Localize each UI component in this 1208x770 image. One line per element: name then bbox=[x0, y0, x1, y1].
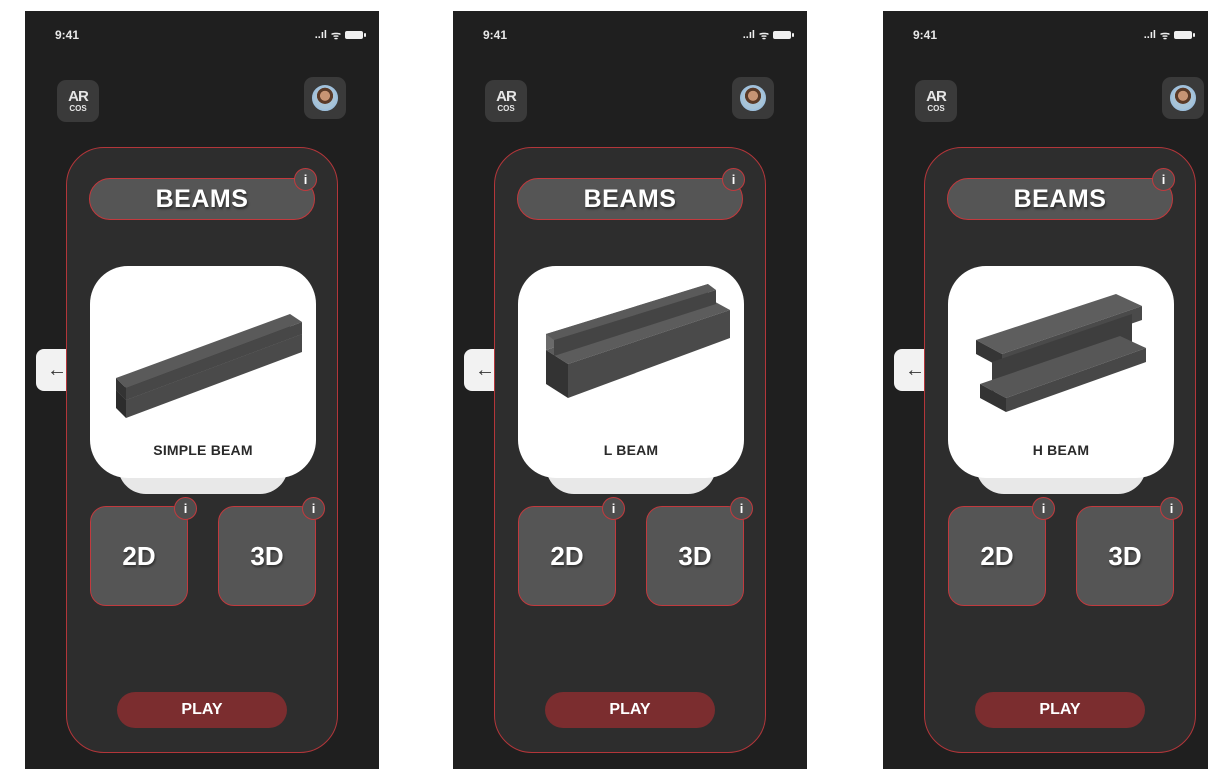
category-title: BEAMS bbox=[155, 184, 249, 213]
info-icon: i bbox=[311, 501, 316, 516]
app-logo-button[interactable]: AR COS bbox=[57, 80, 99, 122]
battery-icon bbox=[773, 31, 794, 39]
mode-2d-label: 2D bbox=[550, 540, 584, 571]
info-icon: i bbox=[303, 172, 308, 187]
phone-screen-h-beam: 9:41 ..ıl ᯤ AR COS ← BEAMS i H BEAM 2D i… bbox=[883, 11, 1208, 769]
category-title-pill: BEAMS i bbox=[947, 168, 1175, 220]
beam-label: SIMPLE BEAM bbox=[153, 442, 253, 458]
mode-2d-label: 2D bbox=[122, 540, 156, 571]
signal-icon: ..ıl bbox=[742, 29, 755, 41]
wifi-icon: ᯤ bbox=[758, 29, 769, 42]
title-info-button[interactable]: i bbox=[722, 168, 745, 191]
wifi-icon: ᯤ bbox=[1159, 29, 1170, 42]
title-info-button[interactable]: i bbox=[294, 168, 317, 191]
h-beam-icon bbox=[976, 294, 1146, 412]
content-panel: BEAMS i bbox=[494, 147, 766, 753]
beam-card-stack: L BEAM bbox=[518, 266, 744, 494]
status-bar: 9:41 ..ıl ᯤ bbox=[913, 27, 1195, 43]
arrow-left-icon: ← bbox=[905, 358, 925, 381]
app-logo-button[interactable]: AR COS bbox=[485, 80, 527, 122]
info-icon: i bbox=[731, 172, 736, 187]
mode-2d-button[interactable]: 2D i bbox=[90, 497, 197, 606]
beam-card-stack: SIMPLE BEAM bbox=[90, 266, 316, 494]
info-icon: i bbox=[1041, 501, 1046, 516]
play-label: PLAY bbox=[1039, 701, 1081, 718]
beam-label: H BEAM bbox=[1032, 442, 1090, 458]
battery-icon bbox=[1174, 31, 1195, 39]
category-title: BEAMS bbox=[583, 184, 677, 213]
beam-card[interactable]: H BEAM bbox=[948, 266, 1174, 478]
category-title: BEAMS bbox=[1013, 184, 1107, 213]
arrow-left-icon: ← bbox=[475, 358, 495, 381]
logo-cos-text: COS bbox=[927, 104, 945, 113]
profile-button[interactable] bbox=[304, 77, 346, 119]
status-bar: 9:41 ..ıl ᯤ bbox=[483, 27, 794, 43]
info-icon: i bbox=[1161, 172, 1166, 187]
phone-screen-simple-beam: 9:41 ..ıl ᯤ AR COS ← BEAMS i SIMPLE BEAM… bbox=[25, 11, 379, 769]
profile-button[interactable] bbox=[732, 77, 774, 119]
status-time: 9:41 bbox=[483, 28, 508, 42]
mode-3d-info-button[interactable]: i bbox=[302, 497, 325, 520]
beam-card[interactable]: SIMPLE BEAM bbox=[90, 266, 316, 478]
logo-ar-text: AR bbox=[926, 88, 947, 105]
info-icon: i bbox=[183, 501, 188, 516]
mode-2d-info-button[interactable]: i bbox=[1032, 497, 1055, 520]
status-icons: ..ıl ᯤ bbox=[314, 28, 366, 43]
avatar bbox=[312, 85, 338, 111]
play-label: PLAY bbox=[181, 701, 223, 718]
status-time: 9:41 bbox=[913, 28, 938, 42]
mode-3d-info-button[interactable]: i bbox=[1160, 497, 1183, 520]
info-icon: i bbox=[1169, 501, 1174, 516]
mode-2d-button[interactable]: 2D i bbox=[948, 497, 1055, 606]
mode-3d-button[interactable]: 3D i bbox=[218, 497, 325, 606]
mode-3d-button[interactable]: 3D i bbox=[646, 497, 753, 606]
status-bar: 9:41 ..ıl ᯤ bbox=[55, 27, 366, 43]
signal-icon: ..ıl bbox=[314, 29, 327, 41]
content-panel: BEAMS i SIMPLE BEAM 2D i 3D i PLAY bbox=[66, 147, 338, 753]
mode-3d-button[interactable]: 3D i bbox=[1076, 497, 1183, 606]
content-panel: BEAMS i bbox=[924, 147, 1196, 753]
status-time: 9:41 bbox=[55, 28, 80, 42]
avatar bbox=[1170, 85, 1196, 111]
mode-3d-label: 3D bbox=[1108, 540, 1142, 571]
play-button[interactable]: PLAY bbox=[975, 692, 1145, 728]
category-title-pill: BEAMS i bbox=[517, 168, 745, 220]
status-icons: ..ıl ᯤ bbox=[742, 28, 794, 43]
logo-cos-text: COS bbox=[497, 104, 515, 113]
mode-2d-info-button[interactable]: i bbox=[602, 497, 625, 520]
profile-button[interactable] bbox=[1162, 77, 1204, 119]
battery-icon bbox=[345, 31, 366, 39]
app-logo-button[interactable]: AR COS bbox=[915, 80, 957, 122]
beam-card-stack: H BEAM bbox=[948, 266, 1174, 494]
arrow-left-icon: ← bbox=[47, 358, 67, 381]
mode-3d-label: 3D bbox=[250, 540, 284, 571]
play-button[interactable]: PLAY bbox=[117, 692, 287, 728]
title-info-button[interactable]: i bbox=[1152, 168, 1175, 191]
wifi-icon: ᯤ bbox=[330, 29, 341, 42]
beam-card[interactable]: L BEAM bbox=[518, 266, 744, 478]
mode-3d-label: 3D bbox=[678, 540, 712, 571]
l-beam-icon bbox=[546, 284, 730, 398]
avatar bbox=[740, 85, 766, 111]
mode-2d-info-button[interactable]: i bbox=[174, 497, 197, 520]
phone-screen-l-beam: 9:41 ..ıl ᯤ AR COS ← BEAMS i L BEAM 2D i… bbox=[453, 11, 807, 769]
status-icons: ..ıl ᯤ bbox=[1143, 28, 1195, 43]
logo-ar-text: AR bbox=[496, 88, 517, 105]
mode-3d-info-button[interactable]: i bbox=[730, 497, 753, 520]
mode-2d-label: 2D bbox=[980, 540, 1014, 571]
play-label: PLAY bbox=[609, 701, 651, 718]
category-title-pill: BEAMS i bbox=[89, 168, 317, 220]
logo-ar-text: AR bbox=[68, 88, 89, 105]
simple-beam-icon bbox=[116, 314, 302, 418]
signal-icon: ..ıl bbox=[1143, 29, 1156, 41]
play-button[interactable]: PLAY bbox=[545, 692, 715, 728]
beam-label: L BEAM bbox=[603, 442, 659, 458]
info-icon: i bbox=[739, 501, 744, 516]
info-icon: i bbox=[611, 501, 616, 516]
mode-2d-button[interactable]: 2D i bbox=[518, 497, 625, 606]
logo-cos-text: COS bbox=[69, 104, 87, 113]
canvas: 9:41 ..ıl ᯤ AR COS ← BEAMS i SIMPLE BEAM… bbox=[0, 0, 1208, 770]
